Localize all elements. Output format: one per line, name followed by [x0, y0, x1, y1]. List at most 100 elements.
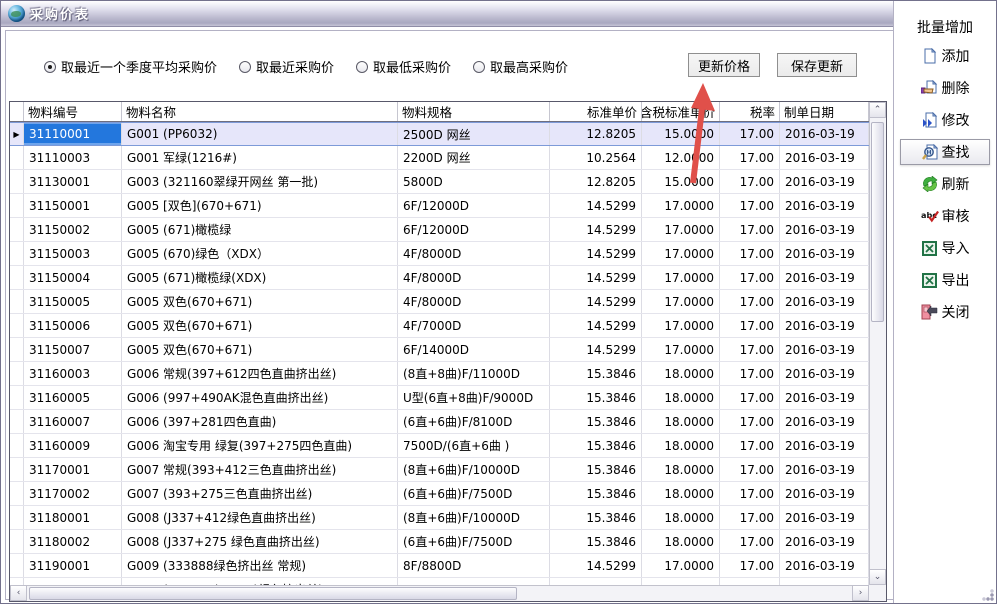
table-row[interactable]: 31150001 G005 [双色](670+671) 6F/12000D 14… — [10, 194, 869, 218]
title-bar[interactable]: 采购价表 ✕ — [1, 1, 996, 27]
cell-tax-rate[interactable]: 17.00 — [720, 146, 780, 169]
col-material-spec[interactable]: 物料规格 — [398, 102, 550, 121]
cell-doc-date[interactable]: 2016-03-19 — [780, 338, 869, 361]
cell-material-name[interactable]: G007 常规(393+412三色直曲挤出丝) — [122, 458, 398, 481]
sidebar-item-delete[interactable]: 删除 — [900, 75, 990, 101]
cell-material-spec[interactable]: 8F/8800D — [398, 578, 550, 585]
cell-standard-price[interactable]: 15.3846 — [550, 410, 642, 433]
cell-material-spec[interactable]: 4F/8000D — [398, 242, 550, 265]
cell-material-spec[interactable]: 4F/8000D — [398, 266, 550, 289]
sidebar-item-add[interactable]: 添加 — [900, 43, 990, 69]
table-row[interactable]: 31160007 G006 (397+281四色直曲) (6直+6曲)F/810… — [10, 410, 869, 434]
scroll-left-button[interactable]: ‹ — [10, 585, 27, 601]
cell-material-code[interactable]: 31180001 — [24, 506, 122, 529]
cell-tax-rate[interactable]: 17.00 — [720, 314, 780, 337]
table-row[interactable]: 31150007 G005 双色(670+671) 6F/14000D 14.5… — [10, 338, 869, 362]
cell-material-code[interactable]: 31150007 — [24, 338, 122, 361]
cell-taxed-price[interactable]: 15.0000 — [642, 170, 720, 193]
cell-standard-price[interactable]: 10.2564 — [550, 146, 642, 169]
cell-material-name[interactable]: G009 (333888绿色挤出丝 常规) — [122, 554, 398, 577]
cell-material-spec[interactable]: 8F/8800D — [398, 554, 550, 577]
cell-doc-date[interactable]: 2016-03-19 — [780, 266, 869, 289]
cell-material-spec[interactable]: 6F/12000D — [398, 194, 550, 217]
sidebar-item-import[interactable]: 导入 — [900, 235, 990, 261]
cell-material-code[interactable]: 31110003 — [24, 146, 122, 169]
cell-standard-price[interactable]: 15.3846 — [550, 386, 642, 409]
vertical-scroll-thumb[interactable] — [871, 122, 884, 322]
cell-material-spec[interactable]: U型(6直+8曲)F/9000D — [398, 386, 550, 409]
cell-tax-rate[interactable]: 17.00 — [720, 290, 780, 313]
cell-material-spec[interactable]: 4F/8000D — [398, 290, 550, 313]
cell-taxed-price[interactable]: 17.0000 — [642, 194, 720, 217]
cell-taxed-price[interactable]: 18.0000 — [642, 362, 720, 385]
table-row[interactable]: 31190001 G009 (333888绿色挤出丝 常规) 8F/8800D … — [10, 554, 869, 578]
cell-tax-rate[interactable]: 17.00 — [720, 266, 780, 289]
cell-material-name[interactable]: G006 (997+490AK混色直曲挤出丝) — [122, 386, 398, 409]
cell-taxed-price[interactable]: 17.0000 — [642, 314, 720, 337]
cell-taxed-price[interactable]: 17.0000 — [642, 554, 720, 577]
save-update-button[interactable]: 保存更新 — [777, 53, 857, 77]
table-row[interactable]: 31180001 G008 (J337+412绿色直曲挤出丝) (8直+6曲)F… — [10, 506, 869, 530]
cell-standard-price[interactable]: 12.8205 — [550, 123, 642, 145]
table-row[interactable]: 31190002 G009 (333888(+7+1)绿色挤出丝) 8F/880… — [10, 578, 869, 585]
cell-material-name[interactable]: G007 (393+275三色直曲挤出丝) — [122, 482, 398, 505]
cell-tax-rate[interactable]: 17.00 — [720, 482, 780, 505]
cell-tax-rate[interactable]: 17.00 — [720, 242, 780, 265]
cell-doc-date[interactable]: 2016-03-19 — [780, 482, 869, 505]
radio-lowest-price[interactable]: 取最低采购价 — [356, 57, 451, 76]
cell-material-code[interactable]: 31150003 — [24, 242, 122, 265]
table-row[interactable]: 31170001 G007 常规(393+412三色直曲挤出丝) (8直+6曲)… — [10, 458, 869, 482]
cell-standard-price[interactable]: 14.5299 — [550, 338, 642, 361]
cell-standard-price[interactable]: 14.5299 — [550, 578, 642, 585]
cell-material-code[interactable]: 31160009 — [24, 434, 122, 457]
table-row[interactable]: 31170002 G007 (393+275三色直曲挤出丝) (6直+6曲)F/… — [10, 482, 869, 506]
cell-material-code[interactable]: 31160003 — [24, 362, 122, 385]
cell-material-code[interactable]: 31150002 — [24, 218, 122, 241]
cell-taxed-price[interactable]: 18.0000 — [642, 482, 720, 505]
cell-material-name[interactable]: G006 (397+281四色直曲) — [122, 410, 398, 433]
cell-standard-price[interactable]: 14.5299 — [550, 218, 642, 241]
cell-material-name[interactable]: G006 常规(397+612四色直曲挤出丝) — [122, 362, 398, 385]
cell-material-name[interactable]: G001 (PP6032) — [122, 123, 398, 145]
sidebar-item-export[interactable]: 导出 — [900, 267, 990, 293]
cell-tax-rate[interactable]: 17.00 — [720, 530, 780, 553]
cell-material-name[interactable]: G008 (J337+412绿色直曲挤出丝) — [122, 506, 398, 529]
radio-highest-price[interactable]: 取最高采购价 — [473, 57, 568, 76]
cell-standard-price[interactable]: 14.5299 — [550, 266, 642, 289]
cell-tax-rate[interactable]: 17.00 — [720, 362, 780, 385]
radio-quarter-average-price[interactable]: 取最近一个季度平均采购价 — [44, 57, 217, 76]
cell-tax-rate[interactable]: 17.00 — [720, 218, 780, 241]
cell-tax-rate[interactable]: 17.00 — [720, 554, 780, 577]
table-row[interactable]: 31150006 G005 双色(670+671) 4F/7000D 14.52… — [10, 314, 869, 338]
cell-material-name[interactable]: G005 (671)橄榄绿 — [122, 218, 398, 241]
cell-material-name[interactable]: G005 双色(670+671) — [122, 314, 398, 337]
cell-material-code[interactable]: 31160005 — [24, 386, 122, 409]
cell-standard-price[interactable]: 14.5299 — [550, 554, 642, 577]
cell-doc-date[interactable]: 2016-03-19 — [780, 578, 869, 585]
cell-tax-rate[interactable]: 17.00 — [720, 506, 780, 529]
cell-taxed-price[interactable]: 12.0000 — [642, 146, 720, 169]
cell-material-code[interactable]: 31150001 — [24, 194, 122, 217]
cell-material-code[interactable]: 31110001 — [24, 123, 122, 145]
cell-taxed-price[interactable]: 18.0000 — [642, 530, 720, 553]
cell-tax-rate[interactable]: 17.00 — [720, 434, 780, 457]
cell-doc-date[interactable]: 2016-03-19 — [780, 410, 869, 433]
cell-standard-price[interactable]: 15.3846 — [550, 506, 642, 529]
cell-material-name[interactable]: G009 (333888(+7+1)绿色挤出丝) — [122, 578, 398, 585]
cell-doc-date[interactable]: 2016-03-19 — [780, 170, 869, 193]
cell-material-code[interactable]: 31130001 — [24, 170, 122, 193]
cell-doc-date[interactable]: 2016-03-19 — [780, 530, 869, 553]
cell-material-code[interactable]: 31170002 — [24, 482, 122, 505]
cell-material-code[interactable]: 31150004 — [24, 266, 122, 289]
cell-taxed-price[interactable]: 18.0000 — [642, 410, 720, 433]
cell-material-code[interactable]: 31150005 — [24, 290, 122, 313]
cell-material-name[interactable]: G006 淘宝专用 绿复(397+275四色直曲) — [122, 434, 398, 457]
cell-doc-date[interactable]: 2016-03-19 — [780, 554, 869, 577]
cell-material-spec[interactable]: (6直+6曲)F/8100D — [398, 410, 550, 433]
cell-material-name[interactable]: G005 双色(670+671) — [122, 338, 398, 361]
cell-material-code[interactable]: 31150006 — [24, 314, 122, 337]
cell-material-spec[interactable]: (8直+6曲)F/10000D — [398, 458, 550, 481]
cell-doc-date[interactable]: 2016-03-19 — [780, 146, 869, 169]
cell-tax-rate[interactable]: 17.00 — [720, 578, 780, 585]
cell-material-code[interactable]: 31160007 — [24, 410, 122, 433]
